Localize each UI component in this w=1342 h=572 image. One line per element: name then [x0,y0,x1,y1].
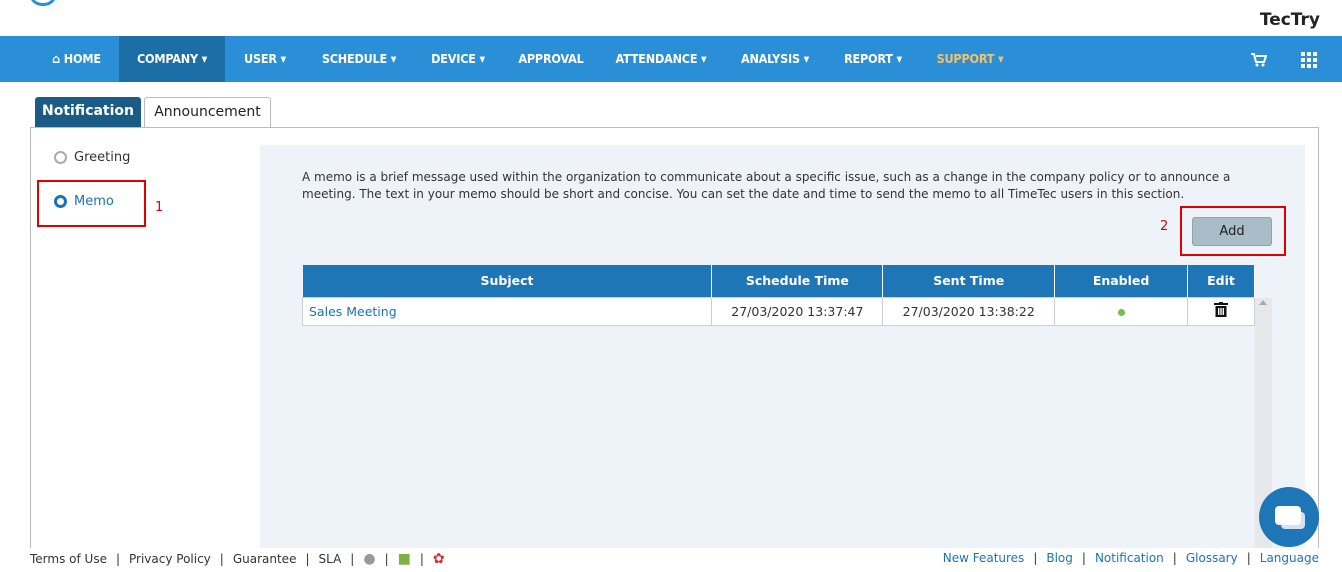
memo-content: A memo is a brief message used within th… [260,145,1305,558]
tab-announcement[interactable]: Announcement [144,97,271,128]
footer-glossary-link[interactable]: Glossary [1186,551,1238,565]
cart-icon[interactable] [1244,36,1274,82]
footer-right: New Features | Blog | Notification | Glossary |… [942,551,1319,565]
col-edit: Edit [1187,265,1255,297]
enabled-cell [1054,296,1189,326]
annotation-box-1 [37,180,146,227]
enabled-dot-icon [1117,309,1125,316]
nav-analysis[interactable]: ANALYSIS ▾ [723,36,827,82]
main-nav: ⌂ HOME COMPANY ▾ USER ▾ SCHEDULE ▾ DEVIC… [0,36,1342,82]
chat-button[interactable] [1259,487,1319,547]
col-enabled[interactable]: Enabled [1054,265,1189,297]
footer: Terms of Use | Privacy Policy | Guarantee | SL… [0,548,1342,572]
annotation-number-2: 2 [1160,219,1169,234]
nav-device[interactable]: DEVICE ▾ [413,36,503,82]
table-row: Sales Meeting 27/03/2020 13:37:47 27/03/… [301,296,1255,326]
footer-sla-link[interactable]: SLA [319,552,342,566]
edit-cell [1187,296,1255,326]
nav-approval[interactable]: APPROVAL [503,36,599,82]
col-subject[interactable]: Subject [302,265,713,297]
memo-subject-link[interactable]: Sales Meeting [301,296,713,326]
nav-attendance[interactable]: ATTENDANCE ▾ [599,36,723,82]
sent-time-cell: 27/03/2020 13:38:22 [882,296,1056,326]
huawei-icon[interactable]: ✿ [433,551,445,567]
footer-privacy-link[interactable]: Privacy Policy [129,552,211,566]
sidebar: Greeting Memo 1 [31,128,259,558]
nav-schedule[interactable]: SCHEDULE ▾ [305,36,413,82]
scroll-up-icon[interactable] [1259,300,1267,305]
company-name: TecTry [1259,10,1320,30]
footer-language-link[interactable]: Language [1260,551,1319,565]
main-panel: Greeting Memo 1 A memo is a brief messag… [30,127,1319,558]
nav-home[interactable]: ⌂ HOME [34,36,119,82]
radio-off-icon [54,151,67,164]
footer-new-features-link[interactable]: New Features [943,551,1025,565]
schedule-time-cell: 27/03/2020 13:37:47 [711,296,884,326]
nav-support[interactable]: SUPPORT ▾ [919,36,1021,82]
android-icon[interactable]: ■ [398,551,411,567]
nav-company[interactable]: COMPANY ▾ [119,36,225,82]
col-schedule-time[interactable]: Schedule Time [711,265,884,297]
chat-icon [1275,506,1301,525]
nav-report[interactable]: REPORT ▾ [827,36,919,82]
footer-guarantee-link[interactable]: Guarantee [233,552,297,566]
memo-description: A memo is a brief message used within th… [302,170,1231,201]
footer-left: Terms of Use | Privacy Policy | Guarantee | SL… [30,551,445,567]
footer-notification-link[interactable]: Notification [1095,551,1164,565]
annotation-number-1: 1 [155,200,164,215]
memo-table: Subject Schedule Time Sent Time Enabled … [301,265,1255,326]
col-sent-time[interactable]: Sent Time [882,265,1056,297]
nav-user[interactable]: USER ▾ [225,36,305,82]
home-icon: ⌂ [52,51,61,66]
grid-icon[interactable] [1294,36,1324,82]
add-button[interactable]: Add [1192,217,1272,246]
footer-blog-link[interactable]: Blog [1046,551,1073,565]
top-bar: TecTry [0,0,1342,36]
logo [30,0,56,6]
apple-icon[interactable]: ● [363,551,375,567]
trash-icon[interactable] [1214,301,1228,321]
tab-notification[interactable]: Notification [35,97,141,128]
footer-terms-link[interactable]: Terms of Use [30,552,107,566]
